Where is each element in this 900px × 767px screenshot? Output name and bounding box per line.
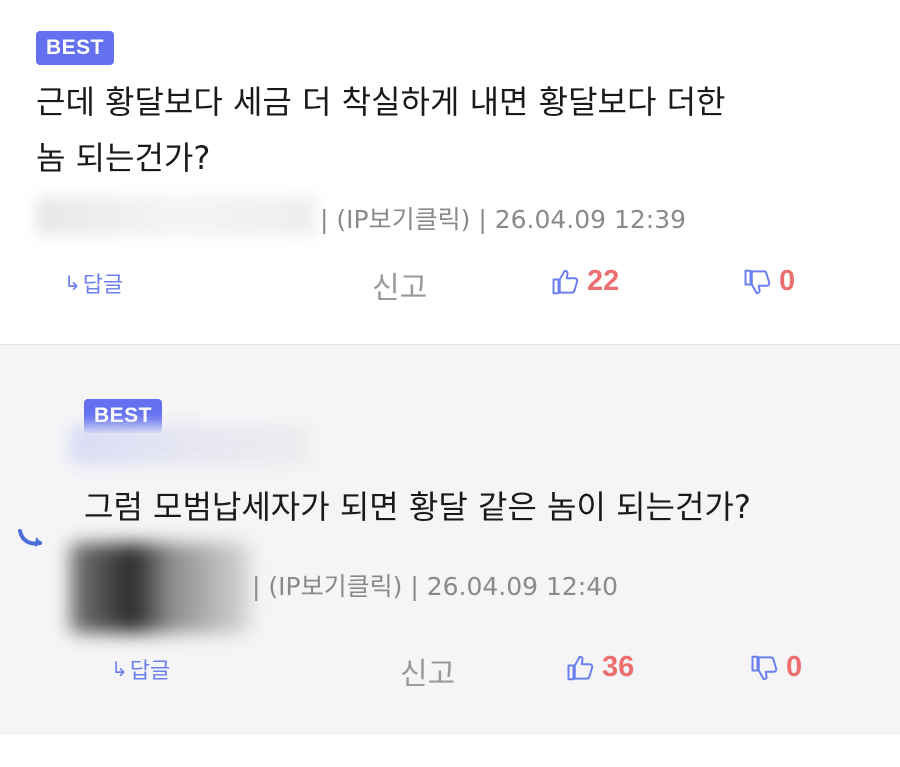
comment-item-reply: BEST 그럼 모범납세자가 되면 황달 같은 놈이 되는건가? | (IP보기… <box>0 344 900 736</box>
reply-button[interactable]: ↳ 답글 <box>111 653 170 685</box>
comment-datetime: 26.04.09 12:39 <box>494 205 687 234</box>
comment-text: 그럼 모범납세자가 되면 황달 같은 놈이 되는건가? <box>84 488 751 526</box>
comment-actions: ↳ 답글 신고 22 0 <box>0 263 900 306</box>
meta-separator: | <box>410 572 419 601</box>
dislike-button[interactable]: 0 <box>743 265 795 298</box>
meta-separator: | <box>478 205 487 234</box>
ip-view-link[interactable]: (IP보기클릭) <box>268 572 402 601</box>
comment-datetime: 26.04.09 12:40 <box>426 572 619 601</box>
dislike-count: 0 <box>786 651 803 683</box>
meta-separator: | <box>252 572 261 601</box>
dislike-button[interactable]: 0 <box>750 651 802 684</box>
comment-text-line: 놈 되는건가? <box>36 139 211 177</box>
comment-item: BEST 근데 황달보다 세금 더 착실하게 내면 황달보다 더한 놈 되는건가… <box>0 0 900 344</box>
comment-actions: ↳ 답글 신고 36 0 <box>0 649 900 692</box>
thumbs-down-icon <box>744 269 771 294</box>
comment-meta: | (IP보기클릭) | 26.04.09 12:40 <box>252 567 618 603</box>
comment-text: 근데 황달보다 세금 더 착실하게 내면 황달보다 더한 놈 되는건가? <box>36 74 725 186</box>
thumbs-down-icon <box>751 655 778 680</box>
author-name-blurred <box>70 425 310 465</box>
reply-arrow-icon: ↳ <box>111 657 128 681</box>
best-badge: BEST <box>36 31 115 65</box>
like-button[interactable]: 36 <box>566 651 634 684</box>
reply-button[interactable]: ↳ 답글 <box>64 267 123 299</box>
report-button[interactable]: 신고 <box>400 649 455 693</box>
comment-meta: | (IP보기클릭) | 26.04.09 12:39 <box>320 200 686 236</box>
author-blurred[interactable] <box>36 196 316 236</box>
thumbs-up-icon <box>567 655 594 680</box>
reply-arrow-icon: ↳ <box>64 271 81 295</box>
nested-reply-icon <box>18 529 42 547</box>
like-count: 36 <box>602 651 635 683</box>
comment-text-line: 근데 황달보다 세금 더 착실하게 내면 황달보다 더한 <box>36 83 726 121</box>
like-count: 22 <box>587 265 620 297</box>
like-button[interactable]: 22 <box>551 265 619 298</box>
meta-separator: | <box>320 205 329 234</box>
ip-view-link[interactable]: (IP보기클릭) <box>336 205 470 234</box>
dislike-count: 0 <box>779 265 796 297</box>
report-button[interactable]: 신고 <box>372 263 427 307</box>
next-comment-area <box>0 735 900 767</box>
avatar-blurred[interactable] <box>70 543 250 633</box>
reply-label: 답글 <box>129 659 171 684</box>
thumbs-up-icon <box>552 269 579 294</box>
reply-label: 답글 <box>82 273 124 298</box>
